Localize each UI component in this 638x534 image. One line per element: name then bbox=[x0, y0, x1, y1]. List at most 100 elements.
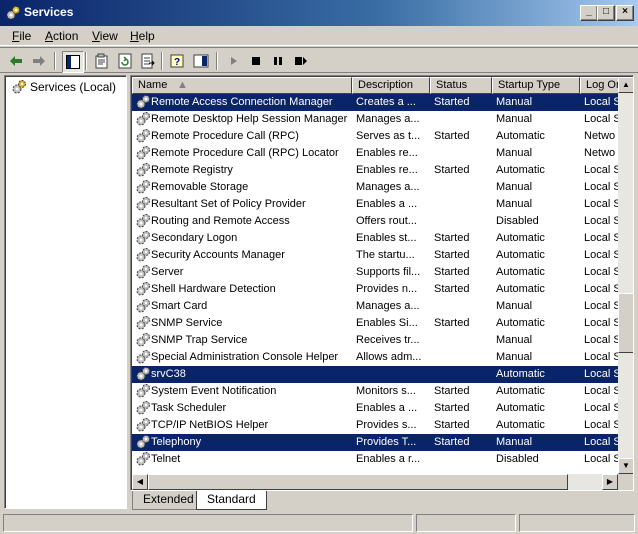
service-row[interactable]: System Event Notification Monitors s... St… bbox=[132, 383, 618, 400]
service-startup-cell: Automatic bbox=[496, 402, 545, 414]
service-row[interactable]: Remote Desktop Help Session Manager Manag… bbox=[132, 111, 618, 128]
restart-service-icon[interactable] bbox=[291, 51, 311, 71]
scroll-corner bbox=[618, 474, 633, 490]
service-startup-cell: Manual bbox=[496, 181, 533, 193]
column-header-startup-type[interactable]: Startup Type bbox=[492, 77, 580, 94]
service-status-cell: Started bbox=[434, 130, 470, 142]
service-row[interactable]: Remote Access Connection Manager Creates … bbox=[132, 94, 618, 111]
service-logon-cell: Local S bbox=[584, 249, 618, 261]
tab-extended[interactable]: Extended bbox=[132, 491, 205, 510]
service-row[interactable]: srvC38 Automatic Local S bbox=[132, 366, 618, 383]
service-row[interactable]: SNMP Service Enables Si... Started Automati… bbox=[132, 315, 618, 332]
service-row[interactable]: Server Supports fil... Started Automatic Loc… bbox=[132, 264, 618, 281]
scroll-left-arrow-icon[interactable]: ◀ bbox=[132, 474, 148, 490]
forward-arrow-icon[interactable] bbox=[29, 51, 49, 71]
scroll-right-arrow-icon[interactable]: ▶ bbox=[602, 474, 618, 490]
service-status-cell bbox=[434, 145, 492, 162]
service-logon-cell: Local S bbox=[584, 453, 618, 465]
toolbar-separator bbox=[54, 52, 56, 70]
start-service-icon[interactable] bbox=[224, 51, 244, 71]
service-row[interactable]: Remote Registry Enables re... Started Autom… bbox=[132, 162, 618, 179]
menu-item[interactable]: File bbox=[12, 29, 31, 43]
close-button[interactable]: × bbox=[616, 5, 634, 21]
column-header-name[interactable]: Name ▲ bbox=[132, 77, 352, 94]
service-status-cell: Started bbox=[434, 232, 470, 244]
svg-text:?: ? bbox=[174, 57, 180, 68]
service-name-cell: Routing and Remote Access bbox=[135, 213, 352, 230]
service-logon-cell: Local S bbox=[584, 436, 618, 448]
show-hide-action-pane-icon[interactable] bbox=[191, 51, 211, 71]
service-startup-cell: Manual bbox=[496, 113, 533, 125]
service-description-cell: Provides T... bbox=[356, 436, 417, 448]
pause-service-icon[interactable] bbox=[268, 51, 288, 71]
service-row[interactable]: Resultant Set of Policy Provider Enables … bbox=[132, 196, 618, 213]
service-startup-cell: Manual bbox=[496, 147, 533, 159]
service-row[interactable]: Removable Storage Manages a... Manual Local… bbox=[132, 179, 618, 196]
service-gear-icon bbox=[136, 282, 150, 296]
help-icon[interactable]: ? bbox=[168, 51, 188, 71]
service-startup-cell: Automatic bbox=[496, 385, 545, 397]
service-gear-icon bbox=[136, 146, 150, 160]
menu-item[interactable]: Action bbox=[45, 29, 78, 43]
service-name-cell: Telnet bbox=[135, 451, 352, 468]
service-name: Task Scheduler bbox=[151, 402, 227, 414]
menu-item[interactable]: View bbox=[92, 29, 118, 43]
service-description-cell: Enables a r... bbox=[356, 453, 421, 465]
service-name-cell: srvC38 bbox=[135, 366, 352, 383]
column-header-status[interactable]: Status bbox=[430, 77, 492, 94]
service-row[interactable]: Telephony Provides T... Started Manual Local… bbox=[132, 434, 618, 451]
back-arrow-icon[interactable] bbox=[6, 51, 26, 71]
service-row[interactable]: Smart Card Manages a... Manual Local S bbox=[132, 298, 618, 315]
vertical-scrollbar[interactable]: ▲ ▼ bbox=[618, 77, 633, 474]
service-gear-icon bbox=[136, 129, 150, 143]
service-row[interactable]: Remote Procedure Call (RPC) Locator Enabl… bbox=[132, 145, 618, 162]
maximize-button[interactable]: □ bbox=[597, 5, 615, 21]
horizontal-scrollbar[interactable]: ◀ ▶ bbox=[132, 474, 618, 490]
service-description-cell: Enables Si... bbox=[356, 317, 418, 329]
horizontal-scroll-thumb[interactable] bbox=[148, 474, 568, 490]
service-logon-cell: Local S bbox=[584, 113, 618, 125]
minimize-button[interactable]: _ bbox=[580, 5, 598, 21]
refresh-icon[interactable] bbox=[115, 51, 135, 71]
service-gear-icon bbox=[136, 401, 150, 415]
stop-service-icon[interactable] bbox=[246, 51, 266, 71]
service-row[interactable]: Routing and Remote Access Offers rout... D… bbox=[132, 213, 618, 230]
service-row[interactable]: Special Administration Console Helper All… bbox=[132, 349, 618, 366]
service-name-cell: Remote Procedure Call (RPC) Locator bbox=[135, 145, 352, 162]
service-status-cell: Started bbox=[434, 317, 470, 329]
service-row[interactable]: Task Scheduler Enables a ... Started Automa… bbox=[132, 400, 618, 417]
services-gear-icon bbox=[6, 6, 20, 20]
service-row[interactable]: Security Accounts Manager The startu... St… bbox=[132, 247, 618, 264]
export-list-icon[interactable] bbox=[138, 51, 158, 71]
services-list-view: Name ▲ Description Status Startup Type L… bbox=[130, 75, 634, 491]
tab-standard[interactable]: Standard bbox=[196, 491, 267, 510]
service-row[interactable]: Secondary Logon Enables st... Started Autom… bbox=[132, 230, 618, 247]
console-tree: Services (Local) bbox=[4, 75, 127, 509]
service-gear-icon bbox=[136, 299, 150, 313]
service-description-cell: Manages a... bbox=[356, 181, 420, 193]
vertical-scroll-thumb[interactable] bbox=[618, 293, 633, 353]
column-header-description[interactable]: Description bbox=[352, 77, 430, 94]
service-row[interactable]: SNMP Trap Service Receives tr... Manual Loc… bbox=[132, 332, 618, 349]
service-row[interactable]: TCP/IP NetBIOS Helper Provides s... Starte… bbox=[132, 417, 618, 434]
service-name: Telephony bbox=[151, 436, 202, 448]
tree-node-services-local[interactable]: Services (Local) bbox=[11, 79, 116, 95]
menu-item[interactable]: Help bbox=[130, 29, 155, 43]
properties-icon[interactable] bbox=[92, 51, 112, 71]
service-status-cell bbox=[434, 213, 492, 230]
title-bar[interactable]: Services _ □ × bbox=[0, 0, 638, 26]
column-header-log-on-as[interactable]: Log On As bbox=[580, 77, 620, 94]
service-status-cell bbox=[434, 349, 492, 366]
service-row[interactable]: Remote Procedure Call (RPC) Serves as t..… bbox=[132, 128, 618, 145]
service-name: Telnet bbox=[151, 453, 181, 465]
service-row[interactable]: Telnet Enables a r... Disabled Local S bbox=[132, 451, 618, 468]
show-hide-tree-icon[interactable] bbox=[62, 51, 84, 73]
service-logon-cell: Local S bbox=[584, 300, 618, 312]
service-status-cell bbox=[434, 196, 492, 213]
service-row[interactable]: Shell Hardware Detection Provides n... Sta… bbox=[132, 281, 618, 298]
scroll-up-arrow-icon[interactable]: ▲ bbox=[618, 77, 633, 93]
service-description-cell: Enables re... bbox=[356, 147, 418, 159]
scroll-down-arrow-icon[interactable]: ▼ bbox=[618, 458, 633, 474]
service-name: Routing and Remote Access bbox=[151, 215, 290, 227]
service-startup-cell: Manual bbox=[496, 436, 533, 448]
